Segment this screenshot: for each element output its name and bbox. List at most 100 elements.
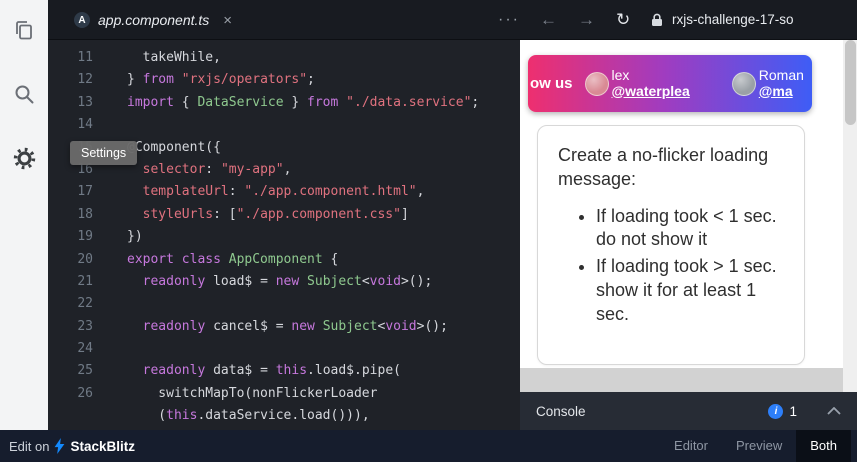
tab-close-icon[interactable]: × bbox=[223, 12, 232, 29]
person-info: lex @waterplea bbox=[611, 67, 690, 99]
activity-bar bbox=[0, 0, 48, 430]
search-icon bbox=[15, 85, 34, 104]
stackblitz-brand: StackBlitz bbox=[70, 438, 136, 454]
line-number: 13 bbox=[77, 94, 93, 110]
line-number: 20 bbox=[77, 251, 93, 267]
console-label: Console bbox=[536, 403, 586, 419]
more-actions-icon[interactable]: ··· bbox=[498, 0, 520, 40]
line-number: 23 bbox=[77, 318, 93, 334]
tab-app-component-ts[interactable]: A app.component.ts × bbox=[62, 0, 244, 40]
avatar bbox=[731, 71, 756, 96]
card-bullet: If loading took > 1 sec. show it for at … bbox=[596, 255, 784, 326]
code-text: } from "rxjs/operators"; bbox=[127, 72, 315, 88]
scrollbar-thumb[interactable] bbox=[844, 40, 856, 125]
code-line[interactable]: 24 bbox=[48, 338, 520, 360]
code-line[interactable]: 12 } from "rxjs/operators"; bbox=[48, 69, 520, 91]
settings-tooltip: Settings bbox=[70, 141, 138, 165]
line-number: 22 bbox=[77, 296, 93, 312]
code-text: templateUrl: "./app.component.html", bbox=[142, 184, 425, 200]
edit-on-stackblitz-link[interactable]: Edit on StackBlitz bbox=[0, 438, 135, 454]
refresh-icon[interactable]: ↻ bbox=[616, 0, 630, 40]
address-bar-url[interactable]: rxjs-challenge-17-so bbox=[672, 0, 794, 40]
line-number: 24 bbox=[77, 341, 93, 357]
line-number: 19 bbox=[77, 229, 93, 245]
card-bullets: If loading took < 1 sec. do not show itI… bbox=[558, 205, 784, 327]
person-handle-link[interactable]: @ma bbox=[759, 83, 804, 99]
code-text: styleUrls: ["./app.component.css"] bbox=[142, 206, 409, 222]
chevron-up-icon bbox=[827, 407, 841, 415]
code-text: readonly cancel$ = new Subject<void>(); bbox=[142, 318, 448, 334]
view-button-both[interactable]: Both bbox=[796, 430, 851, 462]
code-text: readonly load$ = new Subject<void>(); bbox=[142, 273, 433, 289]
code-line[interactable]: 20 export class AppComponent { bbox=[48, 249, 520, 271]
banner-people: lex @waterplea Roman @ma bbox=[573, 67, 804, 99]
top-bar: A app.component.ts × ··· ← → ↻ rxjs-chal… bbox=[48, 0, 857, 40]
lock-icon bbox=[651, 13, 663, 32]
line-number: 26 bbox=[77, 385, 93, 401]
scrollbar-track[interactable] bbox=[843, 40, 857, 392]
code-text: }) bbox=[127, 229, 143, 245]
code-text: switchMapTo(nonFlickerLoader bbox=[127, 385, 378, 401]
code-line[interactable]: 18 styleUrls: ["./app.component.css"] bbox=[48, 204, 520, 226]
avatar bbox=[584, 71, 609, 96]
code-line[interactable]: 26 switchMapTo(nonFlickerLoader bbox=[48, 383, 520, 405]
code-line[interactable]: (this.dataService.load())), bbox=[48, 405, 520, 427]
preview-bottom-strip bbox=[520, 368, 843, 392]
card-title: Create a no-flicker loading message: bbox=[558, 145, 769, 189]
code-line[interactable]: 25 readonly data$ = this.load$.pipe( bbox=[48, 360, 520, 382]
console-panel: Console i 1 bbox=[520, 392, 857, 430]
files-icon bbox=[16, 21, 32, 40]
code-line[interactable]: 17 templateUrl: "./app.component.html", bbox=[48, 181, 520, 203]
person-info: Roman @ma bbox=[758, 67, 804, 99]
banner-text: ow us bbox=[530, 75, 573, 92]
person-name: lex bbox=[611, 67, 630, 84]
line-number: 11 bbox=[77, 50, 93, 65]
console-info-badge[interactable]: i 1 bbox=[768, 403, 797, 419]
person-handle-link[interactable]: @waterplea bbox=[612, 83, 690, 99]
line-number: 25 bbox=[77, 363, 93, 379]
status-bar: Edit on StackBlitz Editor Preview Both bbox=[0, 430, 857, 462]
code-line[interactable]: 11 takeWhile, bbox=[48, 47, 520, 69]
tab-label: app.component.ts bbox=[98, 12, 210, 28]
file-type-icon: A bbox=[74, 12, 90, 28]
search-button[interactable] bbox=[9, 80, 39, 108]
files-button[interactable] bbox=[9, 16, 39, 44]
instructions-card: Create a no-flicker loading message: If … bbox=[537, 125, 805, 365]
app: A app.component.ts × ··· ← → ↻ rxjs-chal… bbox=[0, 0, 857, 462]
banner-person[interactable]: lex @waterplea bbox=[584, 67, 690, 99]
line-number: 12 bbox=[77, 72, 93, 88]
view-button-editor[interactable]: Editor bbox=[660, 430, 722, 462]
code-line[interactable]: 14 bbox=[48, 114, 520, 136]
banner-person[interactable]: Roman @ma bbox=[731, 67, 804, 99]
view-button-preview[interactable]: Preview bbox=[722, 430, 796, 462]
code-line[interactable]: 13 import { DataService } from "./data.se… bbox=[48, 92, 520, 114]
code-editor[interactable]: 11 takeWhile, 12} from "rxjs/operators"; 1… bbox=[48, 40, 520, 430]
edit-on-label: Edit on bbox=[9, 438, 50, 454]
code-line[interactable]: 19}) bbox=[48, 226, 520, 248]
line-number: 14 bbox=[77, 117, 93, 133]
collapse-console-button[interactable] bbox=[827, 407, 841, 415]
code-text: (this.dataService.load())), bbox=[127, 408, 370, 424]
back-icon[interactable]: ← bbox=[540, 0, 557, 40]
code-line[interactable]: 22 bbox=[48, 293, 520, 315]
person-name: Roman bbox=[758, 67, 804, 84]
code-line[interactable]: 23 readonly cancel$ = new Subject<void>(… bbox=[48, 316, 520, 338]
console-count: 1 bbox=[789, 403, 797, 419]
settings-gear-icon bbox=[13, 147, 35, 169]
code-text: takeWhile, bbox=[127, 50, 221, 65]
line-number: 18 bbox=[77, 206, 93, 222]
code-text: export class AppComponent { bbox=[127, 251, 339, 267]
line-number: 17 bbox=[77, 184, 93, 200]
stackblitz-bolt-icon bbox=[55, 438, 65, 454]
forward-icon[interactable]: → bbox=[578, 0, 595, 40]
settings-button[interactable] bbox=[9, 144, 39, 172]
code-text: import { DataService } from "./data.serv… bbox=[127, 94, 480, 110]
code-lines: 11 takeWhile, 12} from "rxjs/operators"; 1… bbox=[48, 47, 520, 428]
follow-banner: ow us lex @waterplea Roman @ma bbox=[528, 55, 812, 112]
info-icon: i bbox=[768, 403, 784, 419]
card-bullet: If loading took < 1 sec. do not show it bbox=[596, 205, 784, 253]
code-line[interactable]: 21 readonly load$ = new Subject<void>(); bbox=[48, 271, 520, 293]
